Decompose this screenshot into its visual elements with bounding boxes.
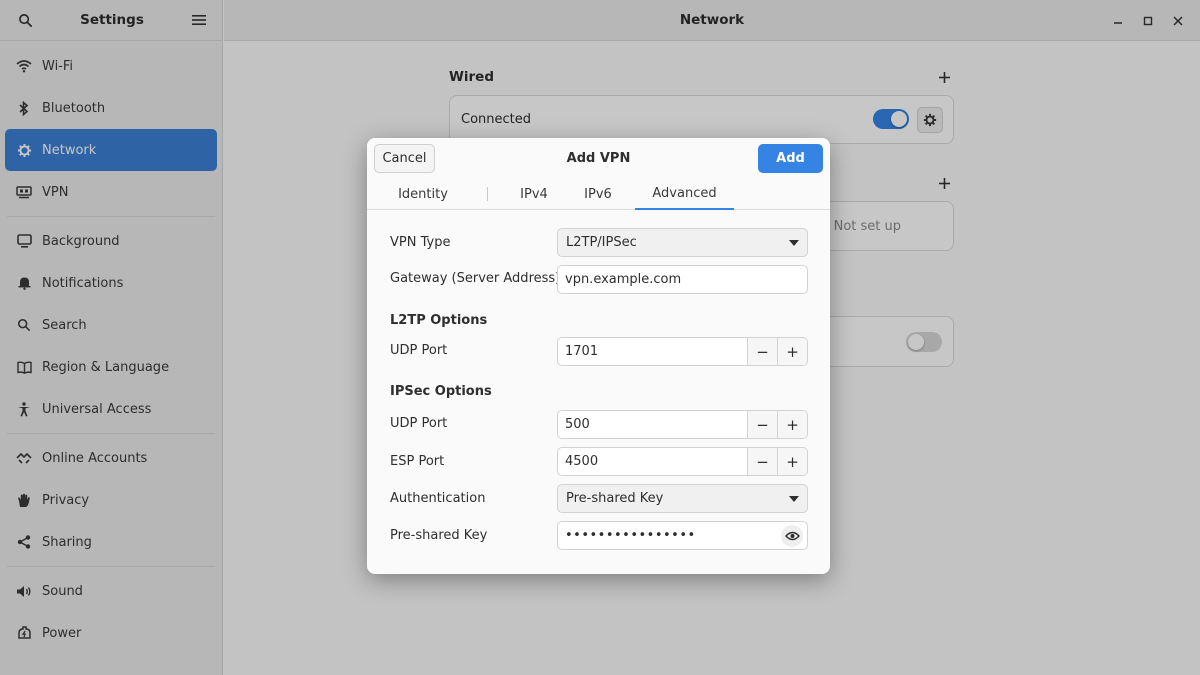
add-button[interactable]: Add [758, 144, 823, 173]
dialog-tabs: Identity IPv4 IPv6 Advanced [367, 178, 830, 210]
dialog-header: Cancel Add VPN Add Identity IPv4 IPv6 Ad… [367, 138, 830, 210]
ipsec-options-heading: IPSec Options [390, 384, 492, 399]
vpn-type-dropdown[interactable]: L2TP/IPSec [557, 228, 808, 257]
esp-port-label: ESP Port [390, 454, 445, 469]
authentication-value: Pre-shared Key [566, 491, 664, 506]
gateway-value: vpn.example.com [565, 272, 682, 287]
authentication-dropdown[interactable]: Pre-shared Key [557, 484, 808, 513]
decrement-button[interactable]: − [747, 411, 777, 438]
chevron-down-icon [789, 495, 799, 502]
gateway-input[interactable]: vpn.example.com [557, 265, 808, 294]
esp-port-stepper[interactable]: 4500 − + [557, 447, 808, 476]
l2tp-udp-port-stepper[interactable]: 1701 − + [557, 337, 808, 366]
pre-shared-key-value: •••••••••••••••• [565, 528, 696, 543]
vpn-type-value: L2TP/IPSec [566, 235, 637, 250]
show-password-eye-icon[interactable] [781, 524, 803, 547]
l2tp-udp-port-value[interactable]: 1701 [558, 338, 747, 365]
ipsec-udp-port-stepper[interactable]: 500 − + [557, 410, 808, 439]
tab-advanced[interactable]: Advanced [635, 178, 734, 210]
increment-button[interactable]: + [777, 411, 807, 438]
settings-window: Settings Wi-Fi Bluetooth Network VPN Bac… [0, 0, 1200, 675]
decrement-button[interactable]: − [747, 338, 777, 365]
increment-button[interactable]: + [777, 338, 807, 365]
add-vpn-dialog: Cancel Add VPN Add Identity IPv4 IPv6 Ad… [367, 138, 830, 574]
tab-identity[interactable]: Identity [381, 178, 465, 210]
l2tp-options-heading: L2TP Options [390, 313, 488, 328]
chevron-down-icon [789, 239, 799, 246]
increment-button[interactable]: + [777, 448, 807, 475]
vpn-type-label: VPN Type [390, 235, 451, 250]
tab-separator [487, 187, 488, 201]
decrement-button[interactable]: − [747, 448, 777, 475]
authentication-label: Authentication [390, 491, 486, 506]
pre-shared-key-input[interactable]: •••••••••••••••• [557, 521, 808, 550]
tab-ipv6[interactable]: IPv6 [574, 178, 622, 210]
ipsec-udp-port-value[interactable]: 500 [558, 411, 747, 438]
pre-shared-key-label: Pre-shared Key [390, 528, 488, 543]
gateway-label: Gateway (Server Address) [390, 271, 561, 286]
l2tp-udp-port-label: UDP Port [390, 343, 448, 358]
ipsec-udp-port-label: UDP Port [390, 416, 448, 431]
esp-port-value[interactable]: 4500 [558, 448, 747, 475]
tab-ipv4[interactable]: IPv4 [510, 178, 558, 210]
